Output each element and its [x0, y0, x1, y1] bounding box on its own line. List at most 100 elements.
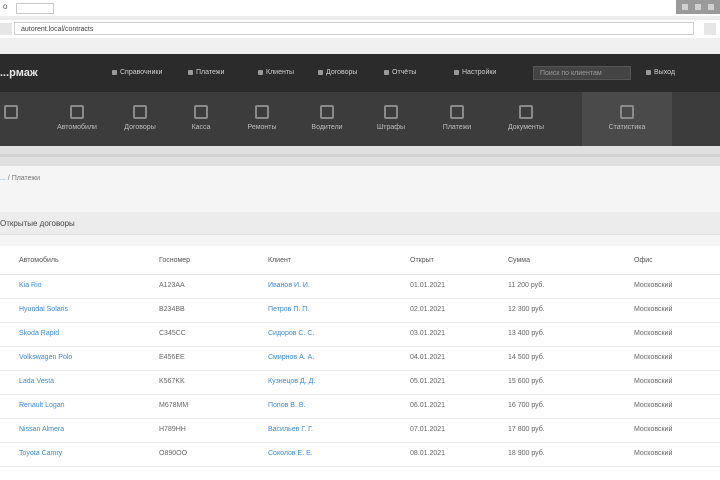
amount-cell: 14 500 руб.	[508, 354, 545, 361]
car-link[interactable]: Volkswagen Polo	[19, 354, 72, 361]
office-cell: Московский	[634, 282, 673, 289]
nav-label: Клиенты	[266, 69, 295, 76]
car-link[interactable]: Renault Logan	[19, 402, 65, 409]
toolbar-item-3[interactable]: Касса	[178, 92, 224, 146]
plate-cell: K567KK	[159, 378, 185, 385]
amount-cell: 15 600 руб.	[508, 378, 545, 385]
banner-line	[0, 154, 720, 157]
nav-item-2[interactable]: Клиенты	[258, 69, 294, 76]
office-cell: Московский	[634, 378, 673, 385]
office-cell: Московский	[634, 306, 673, 313]
toolbar-item-8[interactable]: Документы	[494, 92, 558, 146]
brand-logo[interactable]: ...рмаж	[0, 67, 38, 79]
file-icon	[519, 105, 533, 119]
nav-item-0[interactable]: Справочники	[112, 69, 162, 76]
car-link[interactable]: Toyota Camry	[19, 450, 62, 457]
car-link[interactable]: Kia Rio	[19, 282, 42, 289]
nav-label: Настройки	[462, 69, 497, 76]
col-header-plate[interactable]: Госномер	[159, 257, 190, 264]
table-row: Lada Vesta K567KK Кузнецов Д. Д. 05.01.2…	[0, 370, 720, 395]
car-icon	[70, 105, 84, 119]
book-icon	[112, 70, 117, 75]
logout-icon	[646, 70, 651, 75]
info-banner	[0, 146, 720, 166]
client-link[interactable]: Петров П. П.	[268, 306, 309, 313]
back-icon[interactable]	[0, 23, 12, 35]
home-icon	[4, 105, 18, 119]
top-navbar: ...рмаж Справочники Платежи Клиенты Дого…	[0, 54, 720, 93]
office-cell: Московский	[634, 402, 673, 409]
nav-item-1[interactable]: Платежи	[188, 69, 224, 76]
search-input[interactable]: Поиск по клиентам	[533, 66, 631, 80]
toolbar-label: Документы	[507, 124, 545, 131]
toolbar-item-4[interactable]: Ремонты	[234, 92, 290, 146]
wrench-icon	[255, 105, 269, 119]
nav-label: Договоры	[326, 69, 358, 76]
client-link[interactable]: Соколов Е. Е.	[268, 450, 313, 457]
flag-icon	[384, 105, 398, 119]
table-row: Kia Rio A123AA Иванов И. И. 01.01.2021 1…	[0, 274, 720, 299]
table-row: Nissan Almera H789HH Васильев Г. Г. 07.0…	[0, 418, 720, 443]
logout-link[interactable]: Выход	[646, 69, 675, 76]
maximize-icon[interactable]	[695, 4, 701, 10]
amount-cell: 17 800 руб.	[508, 426, 545, 433]
toolbar-item-9[interactable]: Статистика	[582, 92, 672, 146]
menu-icon[interactable]	[704, 23, 716, 35]
toolbar-item-5[interactable]: Водители	[296, 92, 358, 146]
nav-item-3[interactable]: Договоры	[318, 69, 357, 76]
toolbar-item-7[interactable]: Платежи	[430, 92, 484, 146]
client-link[interactable]: Попов В. В.	[268, 402, 305, 409]
wallet-icon	[450, 105, 464, 119]
col-header-car[interactable]: Автомобиль	[19, 257, 59, 264]
toolbar-label: Касса	[191, 124, 211, 131]
car-link[interactable]: Skoda Rapid	[19, 330, 59, 337]
titlebar-field[interactable]	[16, 3, 54, 14]
date-cell: 05.01.2021	[410, 378, 446, 385]
date-cell: 02.01.2021	[410, 306, 446, 313]
amount-cell: 16 700 руб.	[508, 402, 545, 409]
col-header-office[interactable]: Офис	[634, 257, 653, 264]
section-header: Открытые договоры	[0, 212, 720, 235]
breadcrumb-current: Платежи	[11, 175, 41, 182]
toolbar-item-2[interactable]: Договоры	[112, 92, 168, 146]
nav-item-5[interactable]: Настройки	[454, 69, 496, 76]
table-row: Volkswagen Polo E456EE Смирнов А. А. 04.…	[0, 346, 720, 371]
chart-icon	[384, 70, 389, 75]
nav-item-4[interactable]: Отчёты	[384, 69, 416, 76]
date-cell: 04.01.2021	[410, 354, 446, 361]
nav-label: Платежи	[196, 69, 225, 76]
office-cell: Московский	[634, 450, 673, 457]
toolbar-label: Статистика	[608, 124, 646, 131]
close-icon[interactable]	[708, 4, 714, 10]
client-link[interactable]: Кузнецов Д. Д.	[268, 378, 315, 385]
calendar-icon	[133, 105, 147, 119]
plate-cell: A123AA	[159, 282, 185, 289]
client-link[interactable]: Иванов И. И.	[268, 282, 310, 289]
toolbar-item-1[interactable]: Автомобили	[44, 92, 110, 146]
breadcrumb: ... / Платежи	[0, 175, 40, 182]
toolbar-item-0[interactable]	[0, 92, 22, 146]
col-header-client[interactable]: Клиент	[268, 257, 291, 264]
car-link[interactable]: Nissan Almera	[19, 426, 64, 433]
address-bar[interactable]: autorent.local/contracts	[14, 22, 694, 35]
window-controls[interactable]	[676, 0, 720, 14]
plate-cell: C345CC	[159, 330, 186, 337]
breadcrumb-home[interactable]: ...	[0, 175, 6, 182]
col-header-amount[interactable]: Сумма	[508, 257, 530, 264]
client-link[interactable]: Васильев Г. Г.	[268, 426, 313, 433]
cash-icon	[194, 105, 208, 119]
client-link[interactable]: Смирнов А. А.	[268, 354, 314, 361]
minimize-icon[interactable]	[682, 4, 688, 10]
plate-cell: O890OO	[159, 450, 188, 457]
date-cell: 03.01.2021	[410, 330, 446, 337]
toolbar-item-6[interactable]: Штрафы	[366, 92, 416, 146]
amount-cell: 13 400 руб.	[508, 330, 545, 337]
col-header-opened[interactable]: Открыт	[410, 257, 434, 264]
client-link[interactable]: Сидоров С. С.	[268, 330, 314, 337]
plate-cell: B234BB	[159, 306, 185, 313]
car-link[interactable]: Lada Vesta	[19, 378, 54, 385]
amount-cell: 18 900 руб.	[508, 450, 545, 457]
contracts-table: Автомобиль Госномер Клиент Открыт Сумма …	[0, 246, 720, 480]
table-header: Автомобиль Госномер Клиент Открыт Сумма …	[0, 246, 720, 275]
car-link[interactable]: Hyundai Solaris	[19, 306, 68, 313]
